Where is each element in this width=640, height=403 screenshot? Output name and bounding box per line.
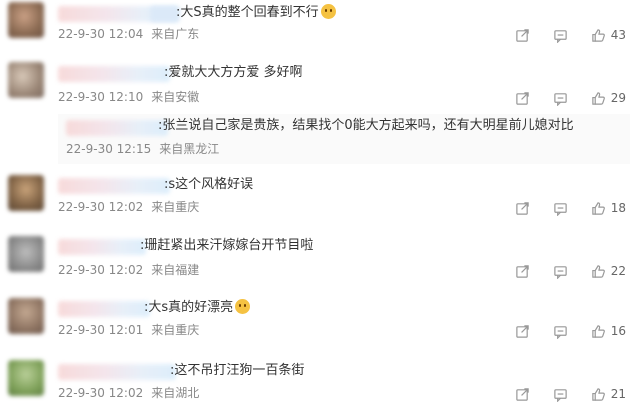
comment-icon[interactable] xyxy=(553,200,569,216)
username-blurred[interactable] xyxy=(58,239,146,255)
like-count: 29 xyxy=(610,91,626,105)
comment-time: 22-9-30 12:04 xyxy=(58,27,144,41)
avatar[interactable] xyxy=(8,298,44,334)
thumbs-up-icon[interactable] xyxy=(591,386,607,402)
comment-location: 来自广东 xyxy=(151,27,200,41)
comment-text: :大S真的整个回春到不行 xyxy=(176,4,336,22)
username-blurred[interactable] xyxy=(66,120,168,136)
thumbs-up-icon[interactable] xyxy=(591,27,607,43)
comment-meta: 22-9-30 12:02 来自重庆 xyxy=(58,199,199,215)
comment-icon[interactable] xyxy=(553,90,569,106)
share-icon[interactable] xyxy=(515,386,531,402)
username-blurred[interactable] xyxy=(58,178,170,194)
avatar[interactable] xyxy=(8,2,44,38)
reply-location: 来自黑龙江 xyxy=(159,142,220,156)
comment-icon[interactable] xyxy=(553,386,569,402)
like-count: 22 xyxy=(610,264,626,278)
comment-time: 22-9-30 12:02 xyxy=(58,200,144,214)
comment-meta: 22-9-30 12:10 来自安徽 xyxy=(58,89,199,105)
comment-actions: 16 xyxy=(493,322,626,340)
like-count: 43 xyxy=(610,28,626,42)
comment-location: 来自湖北 xyxy=(151,386,200,400)
comment-time: 22-9-30 12:02 xyxy=(58,263,144,277)
comment-time: 22-9-30 12:02 xyxy=(58,386,144,400)
like-count: 21 xyxy=(610,387,626,401)
like-count: 18 xyxy=(610,201,626,215)
like-count: 16 xyxy=(610,324,626,338)
reply-meta: 22-9-30 12:15 来自黑龙江 xyxy=(66,141,219,157)
comment-location: 来自安徽 xyxy=(151,90,200,104)
thumbs-up-icon[interactable] xyxy=(591,90,607,106)
username-blurred[interactable] xyxy=(58,301,150,317)
username-blurred[interactable] xyxy=(58,364,176,380)
username-blurred[interactable] xyxy=(58,66,170,82)
comment-time: 22-9-30 12:10 xyxy=(58,90,144,104)
comment-actions: 18 xyxy=(493,199,626,217)
comment-location: 来自福建 xyxy=(151,263,200,277)
thumbs-up-icon[interactable] xyxy=(591,323,607,339)
share-icon[interactable] xyxy=(515,27,531,43)
comment-meta: 22-9-30 12:02 来自福建 xyxy=(58,262,199,278)
comment-text: :爱就大大方方爱 多好啊 xyxy=(164,65,303,80)
avatar[interactable] xyxy=(8,175,44,211)
comment-text: :这不吊打汪狗一百条街 xyxy=(170,363,305,378)
reply-block: :张兰说自己家是贵族，结果找个0能大方起来吗，还有大明星前儿媳对比 22-9-3… xyxy=(58,114,630,164)
comment-actions: 21 xyxy=(493,385,626,403)
comment-icon[interactable] xyxy=(553,263,569,279)
comment-text: :大s真的好漂亮 xyxy=(144,299,251,317)
comment-actions: 29 xyxy=(493,89,626,107)
avatar[interactable] xyxy=(8,360,44,396)
comment-actions: 43 xyxy=(493,26,626,44)
comment-meta: 22-9-30 12:02 来自湖北 xyxy=(58,385,199,401)
share-icon[interactable] xyxy=(515,200,531,216)
avatar[interactable] xyxy=(8,62,44,98)
reply-text: :张兰说自己家是贵族，结果找个0能大方起来吗，还有大明星前儿媳对比 xyxy=(158,118,574,133)
thumbs-up-icon[interactable] xyxy=(591,263,607,279)
comment-actions: 22 xyxy=(493,262,626,280)
share-icon[interactable] xyxy=(515,90,531,106)
reply-time: 22-9-30 12:15 xyxy=(66,142,152,156)
comment-location: 来自重庆 xyxy=(151,200,200,214)
dog-face-emoji xyxy=(320,4,336,19)
comment-text: :s这个风格好误 xyxy=(164,177,254,192)
thumbs-up-icon[interactable] xyxy=(591,200,607,216)
star-eyes-emoji xyxy=(235,299,251,314)
share-icon[interactable] xyxy=(515,323,531,339)
comment-icon[interactable] xyxy=(553,27,569,43)
comment-icon[interactable] xyxy=(553,323,569,339)
comment-meta: 22-9-30 12:04 来自广东 xyxy=(58,26,199,42)
comment-text: :珊赶紧出来汗嫁嫁台开节目啦 xyxy=(140,238,314,253)
avatar[interactable] xyxy=(8,236,44,272)
comment-location: 来自重庆 xyxy=(151,323,200,337)
comment-time: 22-9-30 12:01 xyxy=(58,323,144,337)
share-icon[interactable] xyxy=(515,263,531,279)
comment-meta: 22-9-30 12:01 来自重庆 xyxy=(58,322,199,338)
